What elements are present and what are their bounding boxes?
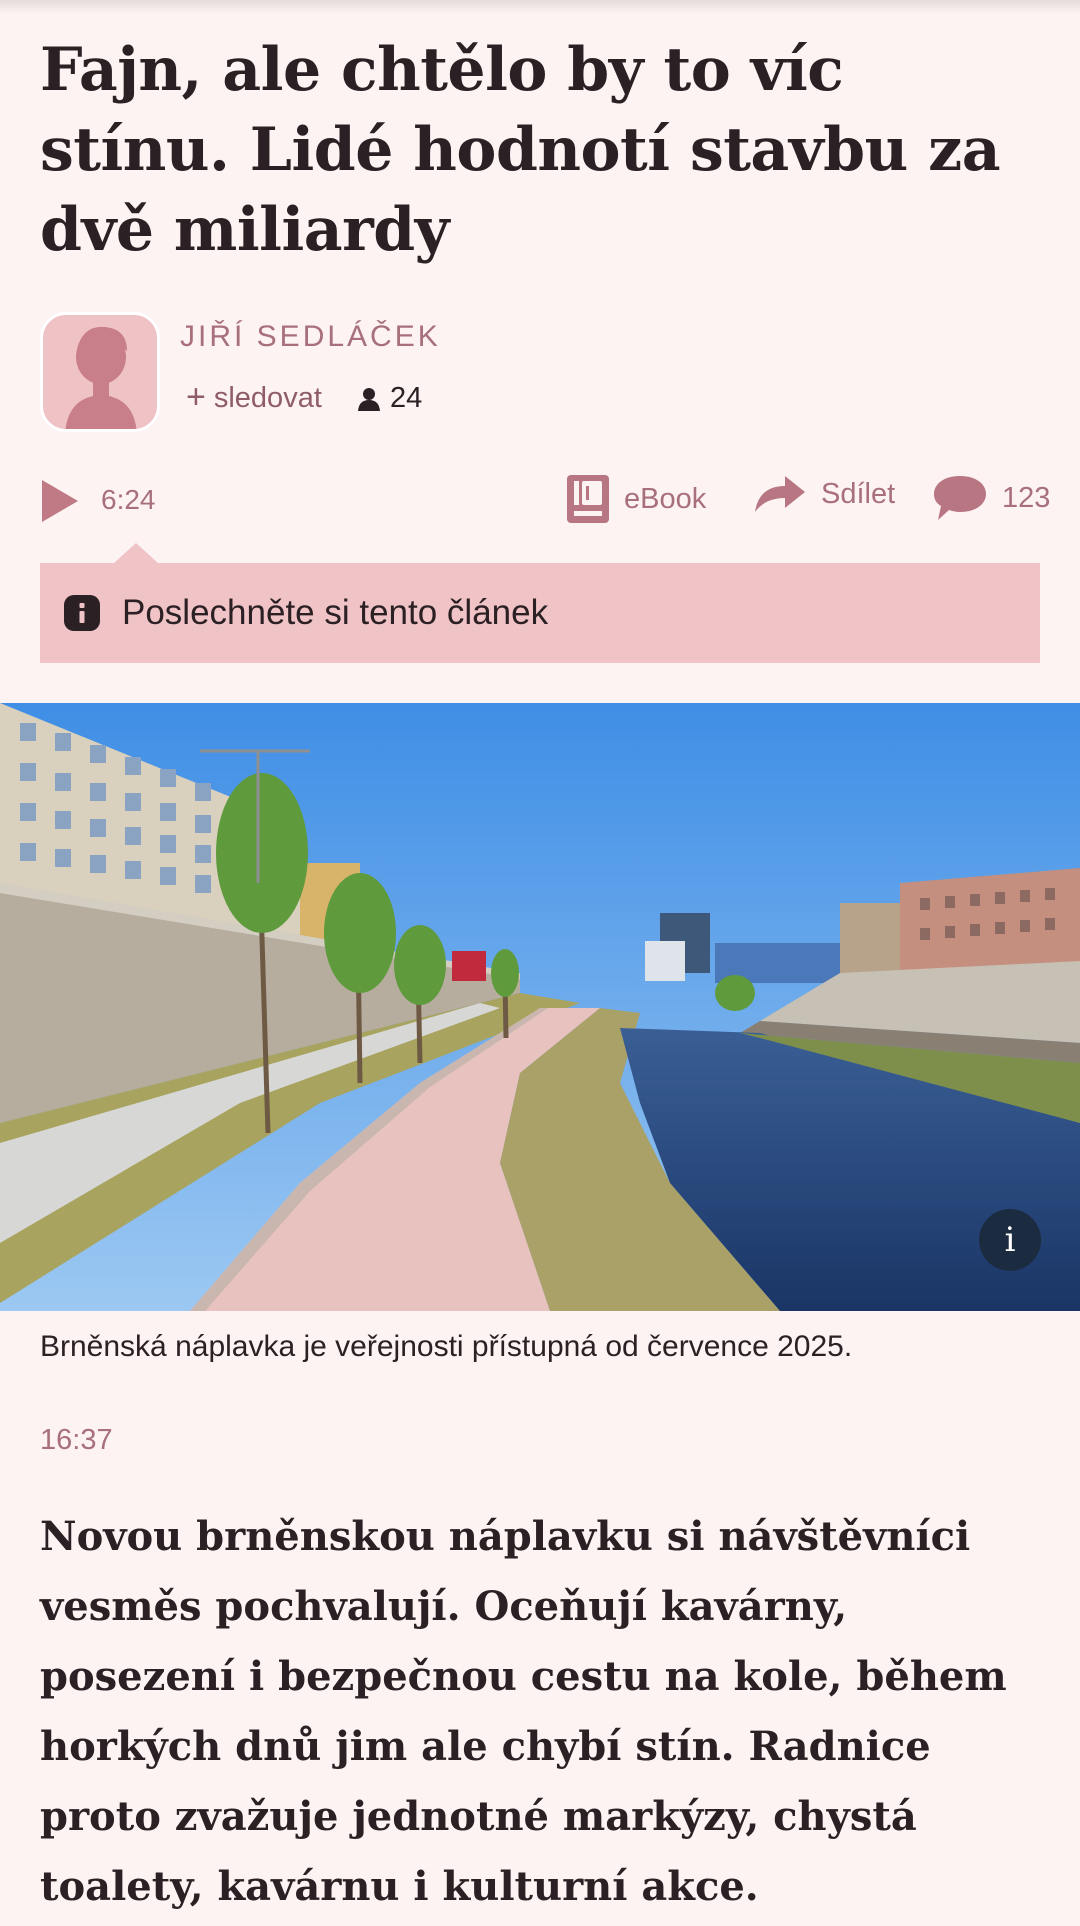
comments-button[interactable]: 123 <box>932 474 1050 522</box>
author-block: JIŘÍ SEDLÁČEK + sledovat 24 <box>40 312 1040 436</box>
riverside-photo <box>0 703 1080 1311</box>
comments-count: 123 <box>1002 481 1051 514</box>
tooltip-arrow <box>114 543 158 563</box>
top-shadow <box>0 0 1080 14</box>
ebook-label: eBook <box>624 482 707 515</box>
person-icon <box>358 387 380 411</box>
followers-count: 24 <box>358 382 422 415</box>
follow-button[interactable]: + sledovat <box>186 378 322 416</box>
article-toolbar: 6:24 eBook Sdílet 123 <box>40 470 1050 534</box>
audio-duration: 6:24 <box>101 484 156 515</box>
avatar-person-icon <box>65 326 137 429</box>
share-label: Sdílet <box>821 477 896 510</box>
share-arrow-icon <box>755 476 805 512</box>
play-icon[interactable] <box>40 478 80 524</box>
author-avatar[interactable] <box>40 312 160 432</box>
listen-tooltip: Poslechněte si tento článek <box>40 563 1040 663</box>
plus-icon: + <box>186 378 206 416</box>
speech-bubble-icon <box>934 476 986 520</box>
book-icon <box>567 475 609 523</box>
article-photo[interactable] <box>0 703 1080 1311</box>
follow-label: sledovat <box>213 382 322 414</box>
photo-info-button[interactable]: i <box>979 1209 1041 1271</box>
author-name[interactable]: JIŘÍ SEDLÁČEK <box>180 320 441 354</box>
ebook-button[interactable]: eBook <box>566 474 706 524</box>
publish-time: 16:37 <box>40 1424 113 1456</box>
info-icon <box>64 595 100 631</box>
article-title: Fajn, ale chtělo by to víc stínu. Lidé h… <box>40 35 1001 265</box>
article-perex: Novou brněnskou náplavku si návštěvníci … <box>40 1513 1007 1910</box>
followers-number: 24 <box>390 382 423 414</box>
share-button[interactable]: Sdílet <box>753 474 895 514</box>
tooltip-text: Poslechněte si tento článek <box>122 593 549 632</box>
photo-caption: Brněnská náplavka je veřejnosti přístupn… <box>40 1330 853 1363</box>
